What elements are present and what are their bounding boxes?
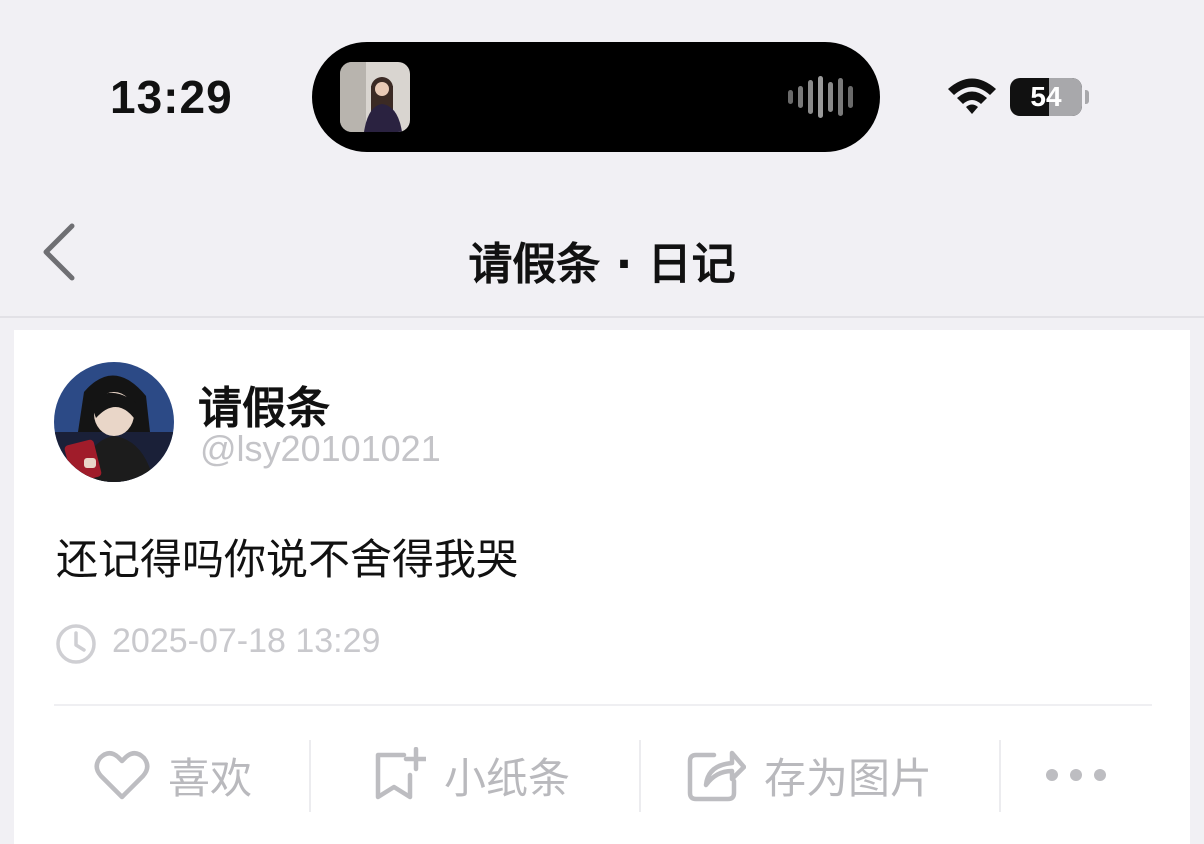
save-image-button[interactable]: 存为图片 [686, 730, 932, 820]
note-button[interactable]: 小纸条 [370, 730, 570, 820]
nav-divider [0, 316, 1204, 318]
like-label: 喜欢 [168, 753, 253, 803]
avatar[interactable] [54, 362, 174, 482]
author-handle: @lsy20101021 [200, 428, 441, 469]
wifi-icon [948, 78, 996, 114]
dynamic-island[interactable] [312, 42, 880, 152]
heart-icon [94, 751, 150, 800]
save-image-label: 存为图片 [764, 753, 933, 803]
note-add-icon [375, 747, 426, 800]
note-label: 小纸条 [444, 753, 571, 803]
now-playing-thumbnail[interactable] [340, 62, 410, 132]
battery-percent: 54 [1030, 81, 1062, 112]
author-name[interactable]: 请假条 [198, 372, 330, 436]
card-divider [54, 704, 1152, 706]
share-icon [687, 750, 746, 802]
action-separator [999, 740, 1001, 812]
clock-icon [56, 624, 96, 664]
post-timestamp: 2025-07-18 13:29 [112, 622, 381, 660]
like-button[interactable]: 喜欢 [94, 730, 252, 820]
page-title: 请假条 · 日记 [468, 239, 736, 290]
audio-wave-icon [788, 76, 853, 118]
status-bar: 13:29 54 [0, 0, 1204, 190]
battery-indicator: 54 [1010, 78, 1082, 116]
status-time: 13:29 [110, 71, 233, 123]
more-icon [1046, 769, 1106, 781]
action-separator [639, 740, 641, 812]
battery-tip [1085, 90, 1089, 104]
post-card: 请假条 @lsy20101021 还记得吗你说不舍得我哭 2025-07-18 … [14, 330, 1190, 844]
action-bar: 喜欢 小纸条 存为图片 [14, 730, 1190, 820]
post-body: 还记得吗你说不舍得我哭 [56, 535, 519, 584]
more-button[interactable] [1044, 730, 1108, 820]
action-separator [309, 740, 311, 812]
navigation-bar: 请假条 · 日记 [0, 190, 1204, 318]
